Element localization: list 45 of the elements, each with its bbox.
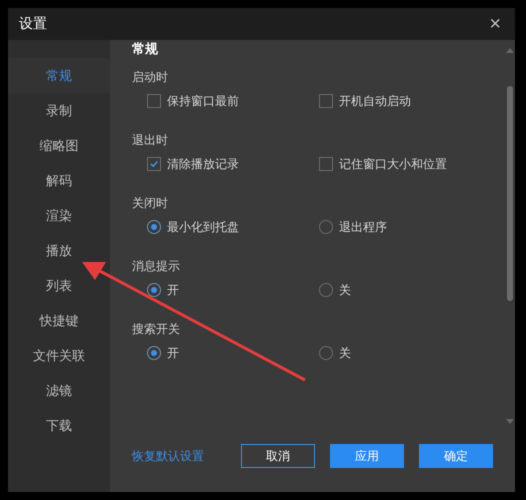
checkbox-option[interactable]: 清除播放记录 bbox=[147, 156, 319, 172]
sidebar-item[interactable]: 快捷键 bbox=[8, 303, 110, 338]
scrollbar[interactable] bbox=[505, 48, 515, 424]
group-label: 搜索开关 bbox=[132, 321, 181, 337]
sidebar-item[interactable]: 播放 bbox=[8, 233, 110, 268]
sidebar-item[interactable]: 渲染 bbox=[8, 198, 110, 233]
sidebar-item[interactable]: 解码 bbox=[8, 163, 110, 198]
group-label: 退出时 bbox=[132, 132, 169, 148]
sidebar-item[interactable]: 文件关联 bbox=[8, 338, 110, 373]
radio-button[interactable] bbox=[147, 346, 161, 360]
radio-option[interactable]: 最小化到托盘 bbox=[147, 219, 319, 235]
radio-option[interactable]: 开 bbox=[147, 345, 319, 361]
radio-button[interactable] bbox=[319, 220, 333, 234]
checkbox[interactable] bbox=[147, 157, 161, 171]
radio-option[interactable]: 开 bbox=[147, 282, 319, 298]
radio-option[interactable]: 关 bbox=[319, 282, 491, 298]
cancel-button[interactable]: 取消 bbox=[241, 444, 315, 468]
section-title: 常规 bbox=[132, 42, 158, 57]
group-label: 关闭时 bbox=[132, 195, 169, 211]
sidebar-item[interactable]: 下载 bbox=[8, 408, 110, 443]
sidebar-item[interactable]: 列表 bbox=[8, 268, 110, 303]
scroll-up-icon[interactable] bbox=[506, 48, 514, 53]
checkbox-option[interactable]: 保持窗口最前 bbox=[147, 93, 319, 109]
sidebar-item[interactable]: 缩略图 bbox=[8, 128, 110, 163]
sidebar-item[interactable]: 滤镜 bbox=[8, 373, 110, 408]
radio-button[interactable] bbox=[319, 283, 333, 297]
radio-button[interactable] bbox=[147, 220, 161, 234]
window-title: 设置 bbox=[19, 15, 47, 33]
checkbox[interactable] bbox=[319, 157, 333, 171]
scrollbar-thumb[interactable] bbox=[507, 86, 513, 301]
radio-button[interactable] bbox=[319, 346, 333, 360]
checkbox[interactable] bbox=[147, 94, 161, 108]
check-icon bbox=[149, 159, 159, 169]
checkbox-option[interactable]: 开机自动启动 bbox=[319, 93, 491, 109]
sidebar-item[interactable]: 常规 bbox=[8, 58, 110, 93]
group-label: 消息提示 bbox=[132, 258, 181, 274]
checkbox[interactable] bbox=[319, 94, 333, 108]
group-label: 启动时 bbox=[132, 69, 169, 85]
radio-option[interactable]: 关 bbox=[319, 345, 491, 361]
scroll-down-icon[interactable] bbox=[506, 419, 514, 424]
close-button[interactable]: × bbox=[487, 14, 503, 34]
sidebar-item[interactable]: 录制 bbox=[8, 93, 110, 128]
radio-option[interactable]: 退出程序 bbox=[319, 219, 491, 235]
checkbox-option[interactable]: 记住窗口大小和位置 bbox=[319, 156, 491, 172]
radio-button[interactable] bbox=[147, 283, 161, 297]
